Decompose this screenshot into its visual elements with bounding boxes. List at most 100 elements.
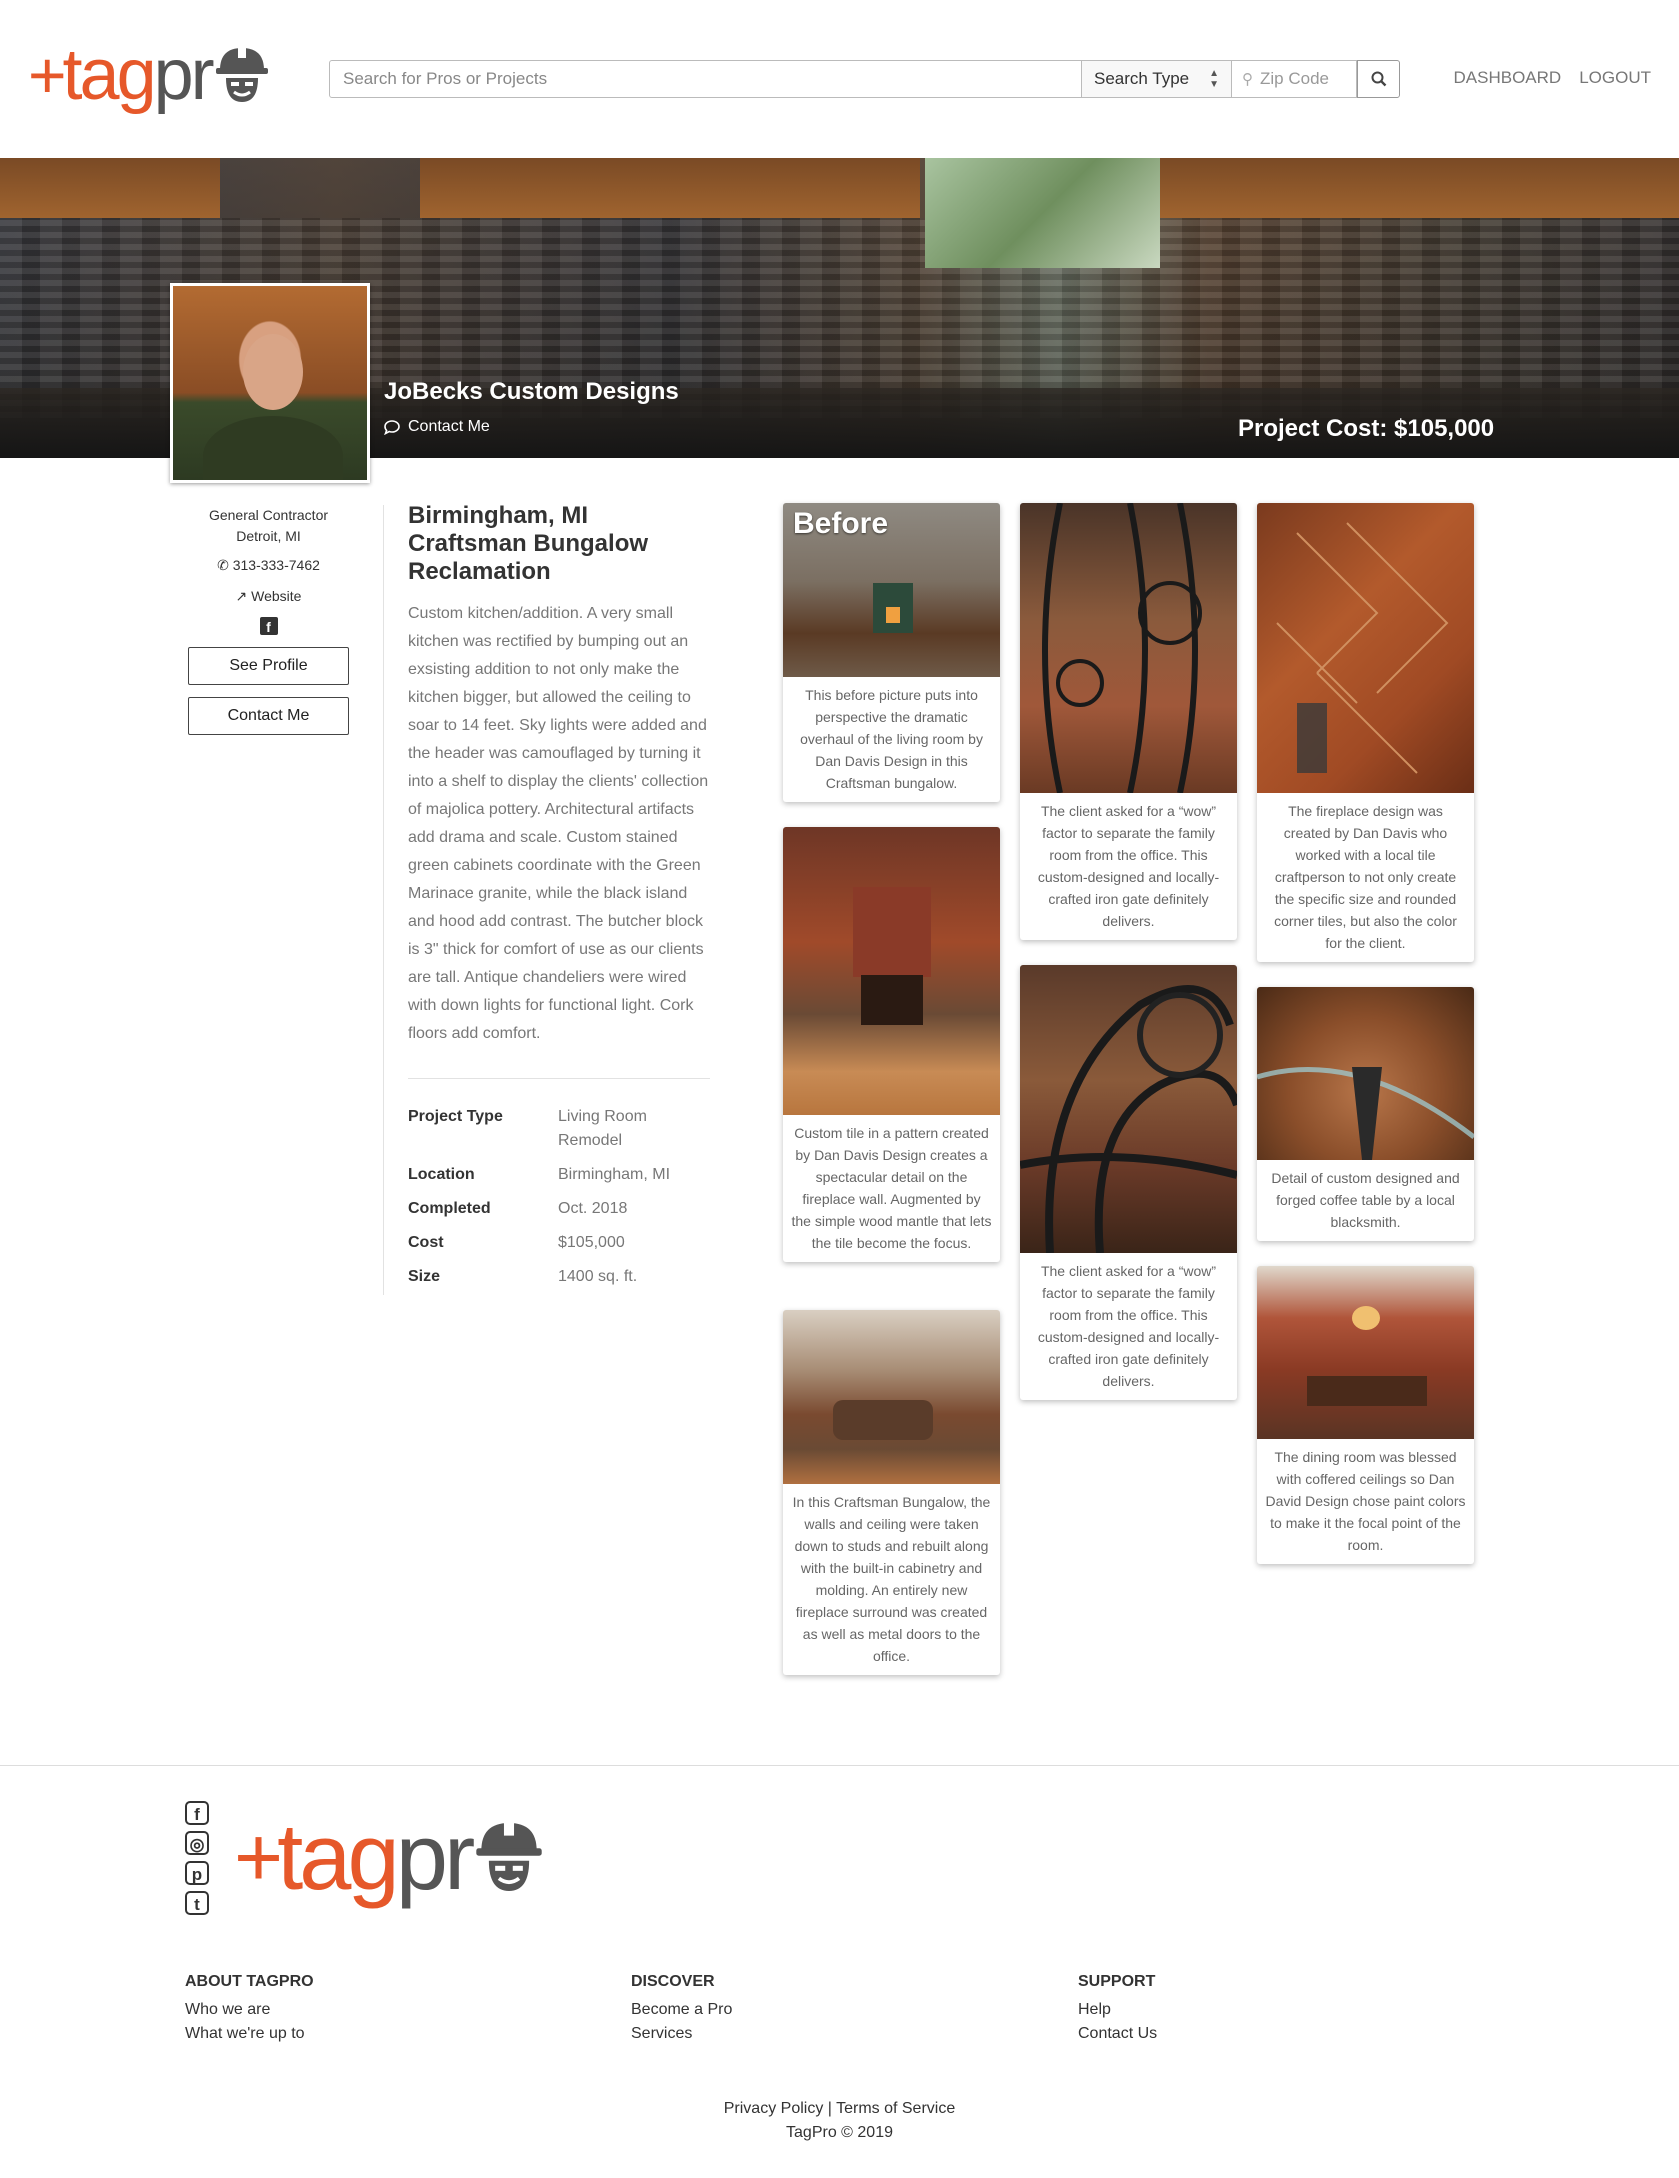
footer-link-contact-us[interactable]: Contact Us (1078, 2022, 1157, 2046)
footer-link-who-we-are[interactable]: Who we are (185, 1998, 314, 2022)
gallery-card[interactable]: Custom tile in a pattern created by Dan … (783, 827, 1000, 1262)
pro-phone[interactable]: ✆ 313-333-7462 (170, 555, 367, 576)
sidebar-divider (383, 505, 384, 1295)
top-nav: DASHBOARD LOGOUT (1454, 68, 1651, 88)
see-profile-button[interactable]: See Profile (188, 647, 349, 685)
search-type-label: Search Type (1094, 69, 1190, 88)
iron-gate-detail-art (1020, 985, 1237, 1253)
hard-hat-icon (476, 1820, 543, 1891)
photo-fire-shape (886, 607, 900, 623)
footer-link-help[interactable]: Help (1078, 1998, 1157, 2022)
pro-website-label: Website (251, 588, 302, 604)
coffee-table-art (1257, 1067, 1474, 1160)
gallery-caption: The client asked for a “wow” factor to s… (1037, 803, 1220, 929)
project-description: Custom kitchen/addition. A very small ki… (408, 605, 709, 1042)
footer-link-what-were-up-to[interactable]: What we're up to (185, 2022, 314, 2046)
contact-me-button[interactable]: Contact Me (188, 697, 349, 735)
spec-label: Project Type (408, 1108, 503, 1125)
footer-about-column: ABOUT TAGPRO Who we are What we're up to (185, 1970, 314, 2046)
tagpro-logo[interactable]: + tag pr (28, 35, 270, 115)
footer-bottom: Privacy Policy | Terms of Service TagPro… (0, 2097, 1679, 2145)
gallery-card[interactable]: The dining room was blessed with coffere… (1257, 1266, 1474, 1564)
photo-brick-wall-shape (853, 887, 931, 977)
footer-support-heading: SUPPORT (1078, 1973, 1156, 1990)
pro-sidebar: General Contractor Detroit, MI ✆ 313-333… (170, 505, 367, 735)
gallery-card[interactable]: Detail of custom designed and forged cof… (1257, 987, 1474, 1241)
cabinet-shape (0, 158, 220, 218)
search-type-select[interactable]: Search Type ▲ ▼ (1082, 60, 1232, 98)
facebook-icon[interactable]: f (185, 1801, 209, 1825)
instagram-icon[interactable]: ◎ (185, 1831, 209, 1855)
spec-label: Cost (408, 1234, 444, 1251)
avatar-face (243, 334, 303, 410)
facebook-icon[interactable]: f (259, 617, 278, 635)
gallery-photo (1257, 503, 1474, 793)
logo-tag: tag (62, 35, 157, 115)
footer-about-heading: ABOUT TAGPRO (185, 1973, 314, 1990)
gallery-caption: Custom tile in a pattern created by Dan … (791, 1125, 992, 1251)
spec-row: Size 1400 sq. ft. (408, 1265, 710, 1289)
spec-value: Birmingham, MI (558, 1166, 671, 1183)
pro-location: Detroit, MI (236, 528, 301, 544)
photo-dining-table-shape (1307, 1376, 1427, 1406)
photo-hearth-shape (861, 975, 923, 1025)
pro-website-link[interactable]: ↗ Website (170, 586, 367, 607)
details-divider (408, 1078, 710, 1079)
footer-link-services[interactable]: Services (631, 2022, 732, 2046)
spec-value: Oct. 2018 (558, 1200, 628, 1217)
chat-icon (384, 419, 400, 435)
search-bar: Search Type ▲▼ ⚲ Zip Code (329, 60, 1400, 98)
project-cost-banner: Project Cost: $105,000 (1238, 415, 1495, 442)
search-button[interactable] (1357, 60, 1400, 98)
project-title: Birmingham, MI Craftsman Bungalow Reclam… (408, 502, 649, 585)
footer-link-become-a-pro[interactable]: Become a Pro (631, 1998, 732, 2022)
footer-legal-links[interactable]: Privacy Policy | Terms of Service (0, 2097, 1679, 2121)
spec-row: Cost $105,000 (408, 1231, 710, 1255)
spec-value: Living Room Remodel (558, 1108, 647, 1149)
cabinet-shape (420, 158, 920, 218)
gallery-card[interactable]: The fireplace design was created by Dan … (1257, 503, 1474, 962)
logo-pr: pr (153, 35, 215, 115)
twitter-icon[interactable]: t (185, 1891, 209, 1915)
external-link-icon: ↗ (235, 588, 248, 604)
gallery-card[interactable]: Before This before picture puts into per… (783, 503, 1000, 802)
spec-label: Completed (408, 1200, 491, 1217)
gallery-photo (1020, 503, 1237, 793)
search-input[interactable] (329, 60, 1082, 98)
gallery-photo (1257, 1266, 1474, 1439)
gallery-card[interactable]: The client asked for a “wow” factor to s… (1020, 965, 1237, 1400)
footer-divider (0, 1765, 1679, 1766)
gallery-card[interactable]: In this Craftsman Bungalow, the walls an… (783, 1310, 1000, 1675)
nav-dashboard-link[interactable]: DASHBOARD (1454, 68, 1562, 88)
project-details: Birmingham, MI Craftsman Bungalow Reclam… (408, 502, 710, 1299)
zip-code-field[interactable]: ⚲ Zip Code (1232, 60, 1357, 98)
kitchen-window (925, 158, 1160, 268)
phone-icon: ✆ (217, 557, 229, 573)
hero-contact-link[interactable]: Contact Me (384, 418, 490, 436)
gallery-photo: Before (783, 503, 1000, 677)
gallery-caption: Detail of custom designed and forged cof… (1271, 1170, 1460, 1230)
pro-avatar[interactable] (170, 283, 370, 483)
select-caret-icon: ▲ ▼ (1209, 68, 1219, 90)
gallery-photo (1257, 987, 1474, 1160)
pinterest-icon[interactable]: p (185, 1861, 209, 1885)
logo-plus: + (28, 38, 67, 112)
footer-support-column: SUPPORT Help Contact Us (1078, 1970, 1157, 2046)
logo-pr: pr (395, 1804, 476, 1909)
spec-row: Project Type Living Room Remodel (408, 1105, 710, 1153)
photo-sofa-shape (833, 1400, 933, 1440)
spec-row: Location Birmingham, MI (408, 1163, 710, 1187)
spec-label: Size (408, 1268, 441, 1285)
nav-logout-link[interactable]: LOGOUT (1579, 68, 1651, 88)
hero-contact-label: Contact Me (408, 418, 490, 435)
gallery-photo (783, 1310, 1000, 1484)
gallery-caption: The fireplace design was created by Dan … (1274, 803, 1457, 951)
footer-copyright: TagPro © 2019 (786, 2124, 893, 2141)
pro-role: General Contractor (208, 507, 329, 523)
site-header: + tag pr Search Type ▲▼ ⚲ Zip Code DASHB… (0, 0, 1679, 158)
search-icon (1371, 71, 1386, 87)
gallery-photo (1020, 965, 1237, 1253)
gallery-card[interactable]: The client asked for a “wow” factor to s… (1020, 503, 1237, 940)
tile-pattern-art (1276, 522, 1449, 774)
footer-logo[interactable]: + tag pr (234, 1804, 545, 1909)
